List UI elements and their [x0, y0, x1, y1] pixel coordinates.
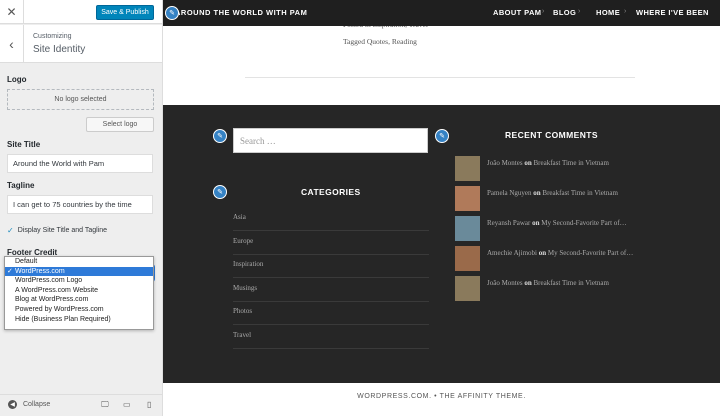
nav-item-home[interactable]: HOME	[596, 8, 620, 17]
nav-item-about[interactable]: ABOUT PAM	[493, 8, 541, 17]
site-title-input[interactable]: Around the World with Pam	[7, 154, 153, 173]
checkmark-icon: ✓	[7, 226, 14, 235]
category-item[interactable]: Musings	[233, 278, 429, 302]
customizer-sidebar: ✕ Save & Publish ‹ Customizing Site Iden…	[0, 0, 163, 416]
category-item[interactable]: Inspiration	[233, 254, 429, 278]
tagline-input[interactable]: I can get to 75 countries by the time	[7, 195, 153, 214]
customizing-label: Customizing	[33, 33, 72, 40]
category-item[interactable]: Photos	[233, 301, 429, 325]
desktop-icon[interactable]: 🖵	[101, 400, 109, 410]
comment-post-link[interactable]: My Second-Favorite Part of…	[541, 219, 626, 227]
comment-author[interactable]: João Montes	[487, 159, 523, 167]
select-logo-button[interactable]: Select logo	[86, 117, 154, 132]
comment-author[interactable]: Reyansh Pawar	[487, 219, 530, 227]
avatar	[455, 186, 480, 211]
display-title-label: Display Site Title and Tagline	[17, 227, 108, 234]
nav-separator: ›	[542, 8, 545, 15]
avatar	[455, 216, 480, 241]
dropdown-option[interactable]: Powered by WordPress.com	[5, 305, 153, 315]
site-title-link[interactable]: AROUND THE WORLD WITH PAM	[175, 8, 307, 17]
edit-pencil-icon[interactable]: ✎	[435, 129, 449, 143]
tagged-prefix: Tagged	[343, 37, 367, 46]
logo-label: Logo	[7, 75, 27, 84]
save-publish-button[interactable]: Save & Publish	[96, 5, 154, 20]
tagline-label: Tagline	[7, 181, 35, 190]
collapse-label: Collapse	[23, 401, 51, 408]
dropdown-option-selected[interactable]: ✓ WordPress.com	[5, 266, 153, 277]
edit-pencil-icon[interactable]: ✎	[213, 129, 227, 143]
search-input[interactable]: Search …	[233, 128, 428, 153]
logo-placeholder: No logo selected	[7, 89, 154, 110]
category-item[interactable]: Asia	[233, 207, 429, 231]
section-header: ‹ Customizing Site Identity	[0, 25, 162, 63]
divider	[245, 77, 635, 78]
comment-post-link[interactable]: My Second-Favorite Part of…	[548, 249, 633, 257]
tag-link[interactable]: Reading	[392, 37, 417, 46]
categories-title: CATEGORIES	[301, 187, 361, 197]
mobile-icon[interactable]: ▯	[147, 400, 151, 409]
nav-separator: ›	[624, 8, 627, 15]
comment-author[interactable]: Amechie Ajimobi	[487, 249, 537, 257]
avatar	[455, 276, 480, 301]
collapse-arrow-icon: ◀	[8, 400, 17, 409]
section-title: Site Identity	[33, 44, 86, 55]
category-item[interactable]: Travel	[233, 325, 429, 349]
nav-separator: ›	[578, 8, 581, 15]
top-navigation: AROUND THE WORLD WITH PAM ABOUT PAM › BL…	[163, 0, 720, 26]
collapse-button[interactable]: ◀ Collapse	[8, 400, 50, 409]
comment-post-link[interactable]: Breakfast Time in Vietnam	[534, 279, 609, 287]
close-icon[interactable]: ✕	[0, 0, 24, 24]
avatar	[455, 156, 480, 181]
dropdown-option[interactable]: Hide (Business Plan Required)	[5, 315, 153, 325]
tablet-icon[interactable]: ▭	[123, 400, 131, 409]
comment-post-link[interactable]: Breakfast Time in Vietnam	[534, 159, 609, 167]
footer-credit-dropdown[interactable]: Default ✓ WordPress.com WordPress.com Log…	[4, 256, 154, 330]
dropdown-option[interactable]: Default	[5, 257, 153, 267]
dropdown-option[interactable]: Blog at WordPress.com	[5, 295, 153, 305]
avatar	[455, 246, 480, 271]
comment-author[interactable]: Pamela Nguyen	[487, 189, 532, 197]
nav-item-where[interactable]: WHERE I'VE BEEN	[636, 8, 709, 17]
edit-pencil-icon[interactable]: ✎	[213, 185, 227, 199]
customizer-topbar: ✕ Save & Publish	[0, 0, 162, 24]
category-item[interactable]: Europe	[233, 231, 429, 255]
tags-line: Tagged Quotes, Reading	[343, 37, 417, 46]
site-credit-bar: WORDPRESS.COM. • THE AFFINITY THEME.	[163, 383, 720, 416]
comment-post-link[interactable]: Breakfast Time in Vietnam	[542, 189, 617, 197]
edit-pencil-icon[interactable]: ✎	[165, 6, 179, 20]
dropdown-option[interactable]: A WordPress.com Website	[5, 286, 153, 296]
checkmark-icon: ✓	[7, 267, 13, 275]
site-preview: Posted in Inspiration, Travel Tagged Quo…	[163, 0, 720, 416]
comment-author[interactable]: João Montes	[487, 279, 523, 287]
customizer-footer: ◀ Collapse 🖵 ▭ ▯	[0, 394, 162, 416]
tag-link[interactable]: Quotes	[367, 37, 388, 46]
nav-item-blog[interactable]: BLOG	[553, 8, 576, 17]
back-chevron-icon[interactable]: ‹	[0, 25, 24, 63]
footer-credit-text[interactable]: WORDPRESS.COM. • THE AFFINITY THEME.	[163, 393, 720, 400]
recent-comments-title: RECENT COMMENTS	[505, 130, 598, 140]
site-title-label: Site Title	[7, 140, 41, 149]
display-title-checkbox[interactable]: ✓ Display Site Title and Tagline	[7, 226, 107, 235]
dropdown-option[interactable]: WordPress.com Logo	[5, 276, 153, 286]
footer-widgets: ✎ Search … ✎ CATEGORIES Asia Europe Insp…	[163, 105, 720, 383]
